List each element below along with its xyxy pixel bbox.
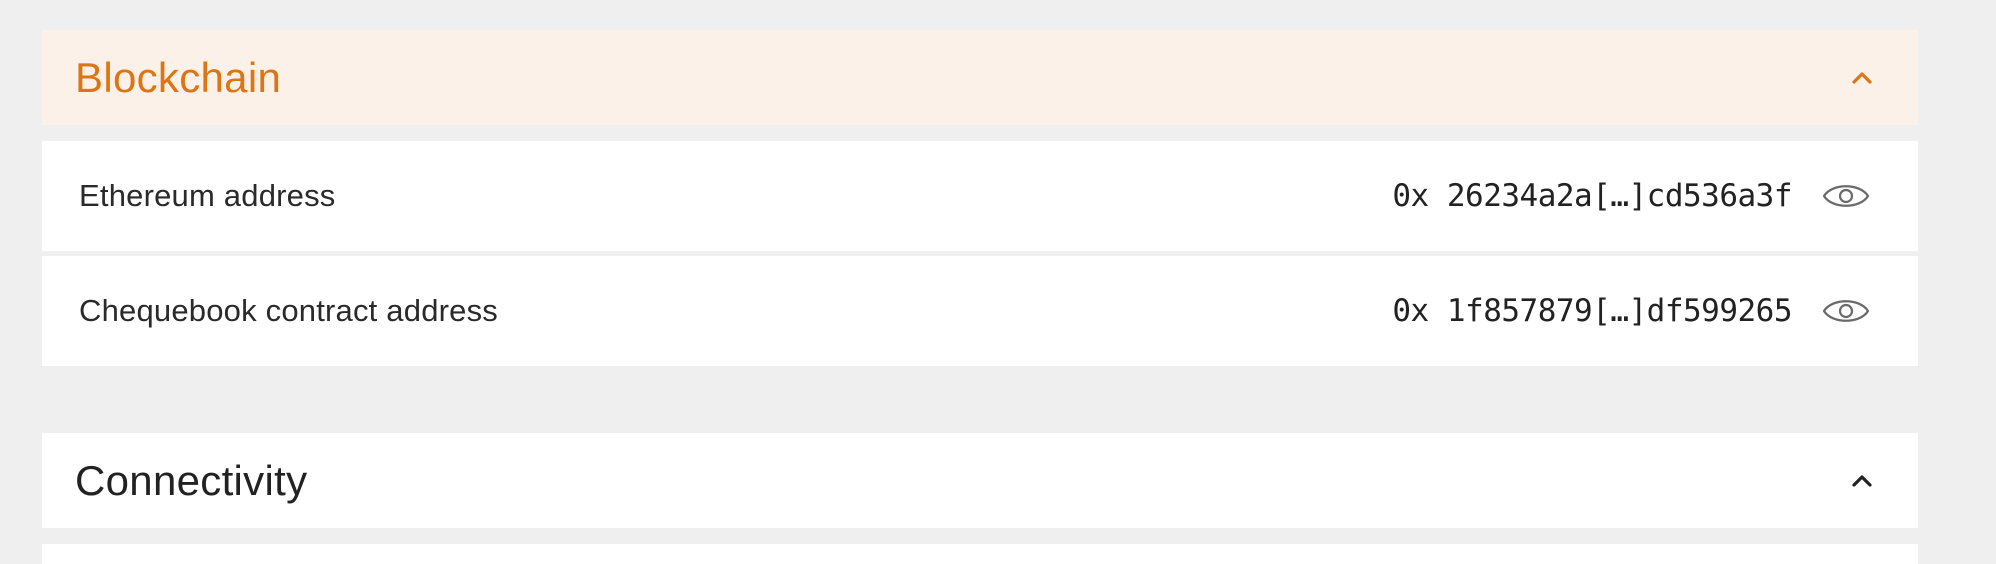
ethereum-address-row: Ethereum address 0x 26234a2a[…]cd536a3f <box>42 141 1918 251</box>
connectivity-section-header[interactable]: Connectivity <box>42 433 1918 528</box>
settings-panel: Blockchain Ethereum address 0x 26234a2a[… <box>42 30 1918 564</box>
chequebook-address-label: Chequebook contract address <box>79 293 498 328</box>
ethereum-address-value: 0x 26234a2a[…]cd536a3f <box>1392 178 1792 214</box>
ethereum-address-label: Ethereum address <box>79 178 336 213</box>
blockchain-section-title: Blockchain <box>75 53 282 101</box>
blockchain-section-header[interactable]: Blockchain <box>42 30 1918 125</box>
chevron-up-icon[interactable] <box>1848 467 1876 495</box>
connectivity-row-partial <box>42 544 1918 564</box>
chequebook-address-value: 0x 1f857879[…]df599265 <box>1392 293 1792 329</box>
eye-icon[interactable] <box>1822 287 1870 335</box>
chequebook-address-row: Chequebook contract address 0x 1f857879[… <box>42 256 1918 366</box>
connectivity-section-title: Connectivity <box>75 456 308 504</box>
chevron-up-icon[interactable] <box>1848 64 1876 92</box>
eye-icon[interactable] <box>1822 172 1870 220</box>
